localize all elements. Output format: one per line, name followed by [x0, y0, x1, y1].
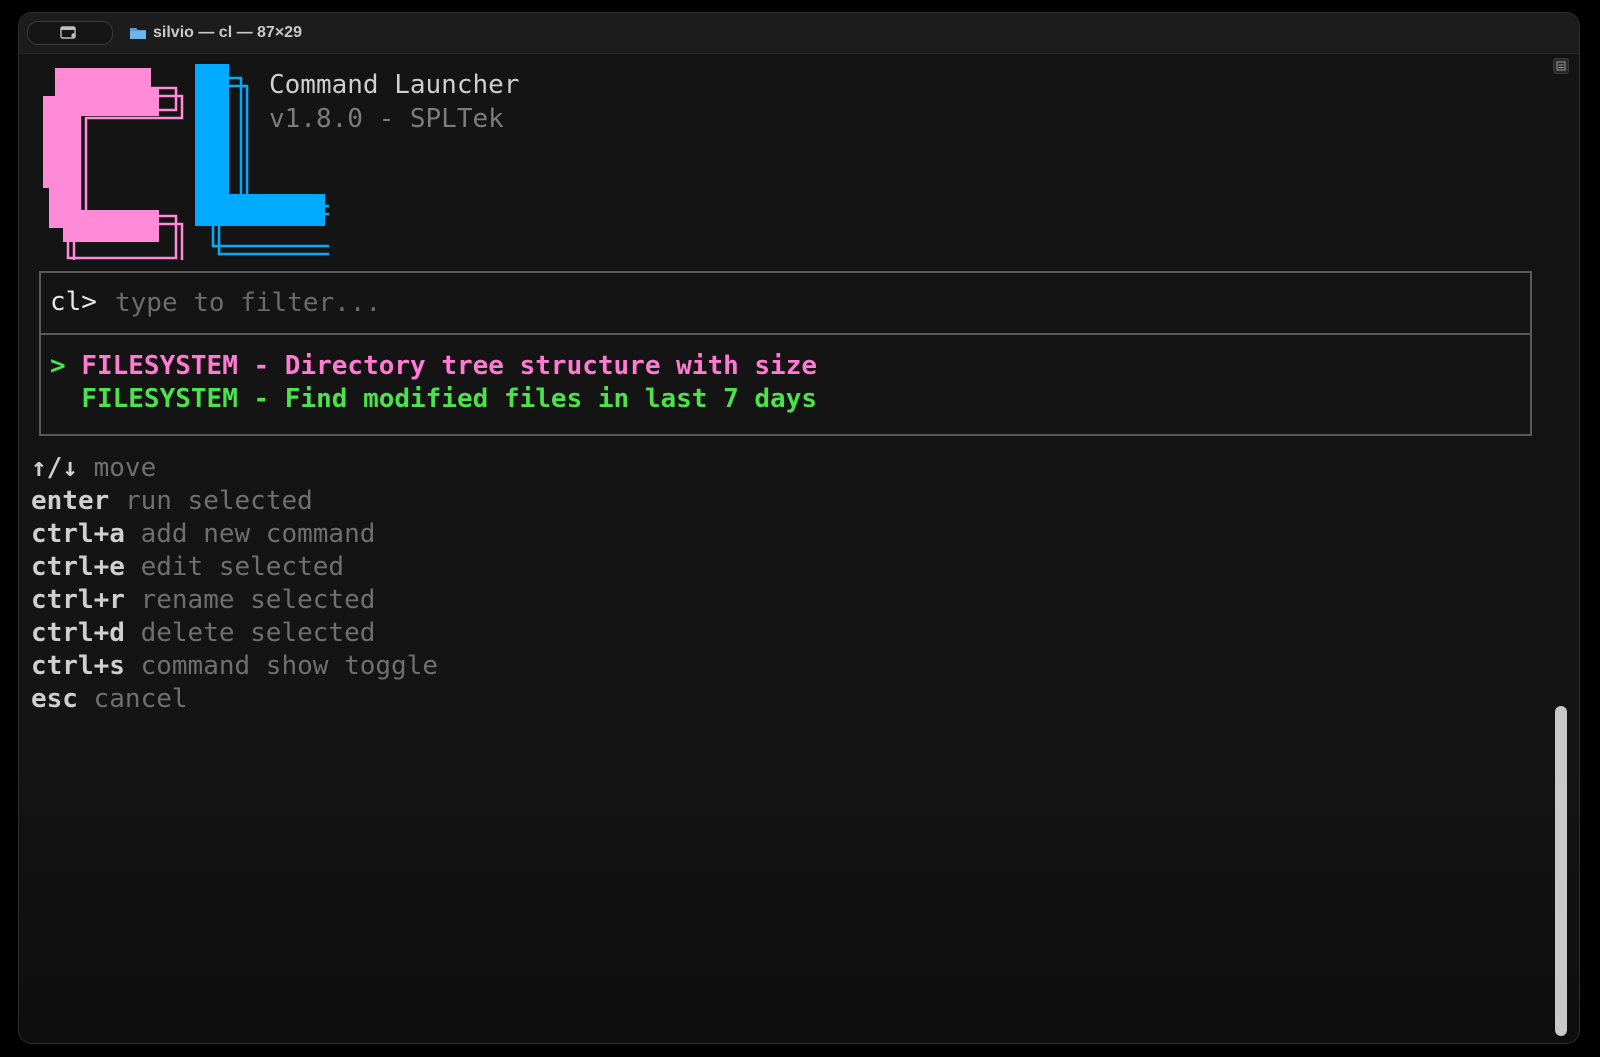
tab-overview-button[interactable]	[27, 21, 113, 45]
app-name: Command Launcher	[269, 70, 520, 100]
shortcut-row: ctrl+a add new command	[31, 518, 438, 551]
terminal-window: silvio — cl — 87×29 Command Launcher v1.…	[18, 12, 1580, 1044]
shortcut-row: ctrl+e edit selected	[31, 551, 438, 584]
app-version: v1.8.0 - SPLTek	[269, 104, 504, 134]
window-title-text: silvio — cl — 87×29	[153, 24, 302, 41]
shortcut-desc: command show toggle	[140, 651, 438, 681]
shortcut-key: ctrl+d	[31, 618, 125, 648]
shortcut-desc: delete selected	[140, 618, 376, 648]
shortcut-row: ctrl+r rename selected	[31, 584, 438, 617]
shortcut-key: ctrl+a	[31, 519, 125, 549]
shortcut-help: ↑/↓ move enter run selected ctrl+a add n…	[31, 452, 438, 716]
results-list: > FILESYSTEM - Directory tree structure …	[39, 335, 1532, 436]
scrollbar-thumb[interactable]	[1555, 706, 1567, 1036]
shortcut-key: enter	[31, 486, 110, 516]
selection-cursor: >	[50, 351, 66, 381]
shortcut-desc: run selected	[124, 486, 313, 516]
terminal-tab-icon	[60, 26, 76, 39]
shortcut-key: ↑/↓	[31, 453, 78, 483]
window-title: silvio — cl — 87×29	[129, 23, 302, 43]
filter-prompt: cl>	[50, 287, 97, 317]
terminal-content: Command Launcher v1.8.0 - SPLTek cl> > F…	[19, 54, 1579, 1043]
scroll-options-button[interactable]	[1553, 58, 1569, 74]
filter-input[interactable]	[115, 283, 1495, 323]
result-item-selected[interactable]: > FILESYSTEM - Directory tree structure …	[50, 349, 817, 383]
shortcut-key: esc	[31, 684, 78, 714]
shortcut-row: ctrl+s command show toggle	[31, 650, 438, 683]
filter-box[interactable]: cl>	[39, 271, 1532, 335]
shortcut-desc: move	[93, 453, 157, 483]
list-icon	[1556, 61, 1566, 71]
shortcut-desc: rename selected	[140, 585, 376, 615]
folder-icon	[130, 28, 146, 39]
shortcut-row: esc cancel	[31, 683, 438, 716]
shortcut-key: ctrl+s	[31, 651, 125, 681]
result-label: FILESYSTEM - Find modified files in last…	[81, 384, 818, 414]
result-item[interactable]: FILESYSTEM - Find modified files in last…	[50, 382, 817, 416]
title-bar[interactable]: silvio — cl — 87×29	[19, 13, 1579, 54]
shortcut-row: ↑/↓ move	[31, 452, 438, 485]
shortcut-key: ctrl+e	[31, 552, 125, 582]
shortcut-key: ctrl+r	[31, 585, 125, 615]
result-label: FILESYSTEM - Directory tree structure wi…	[81, 351, 818, 381]
shortcut-row: enter run selected	[31, 485, 438, 518]
shortcut-desc: edit selected	[140, 552, 345, 582]
shortcut-row: ctrl+d delete selected	[31, 617, 438, 650]
shortcut-desc: add new command	[140, 519, 376, 549]
shortcut-desc: cancel	[93, 684, 188, 714]
